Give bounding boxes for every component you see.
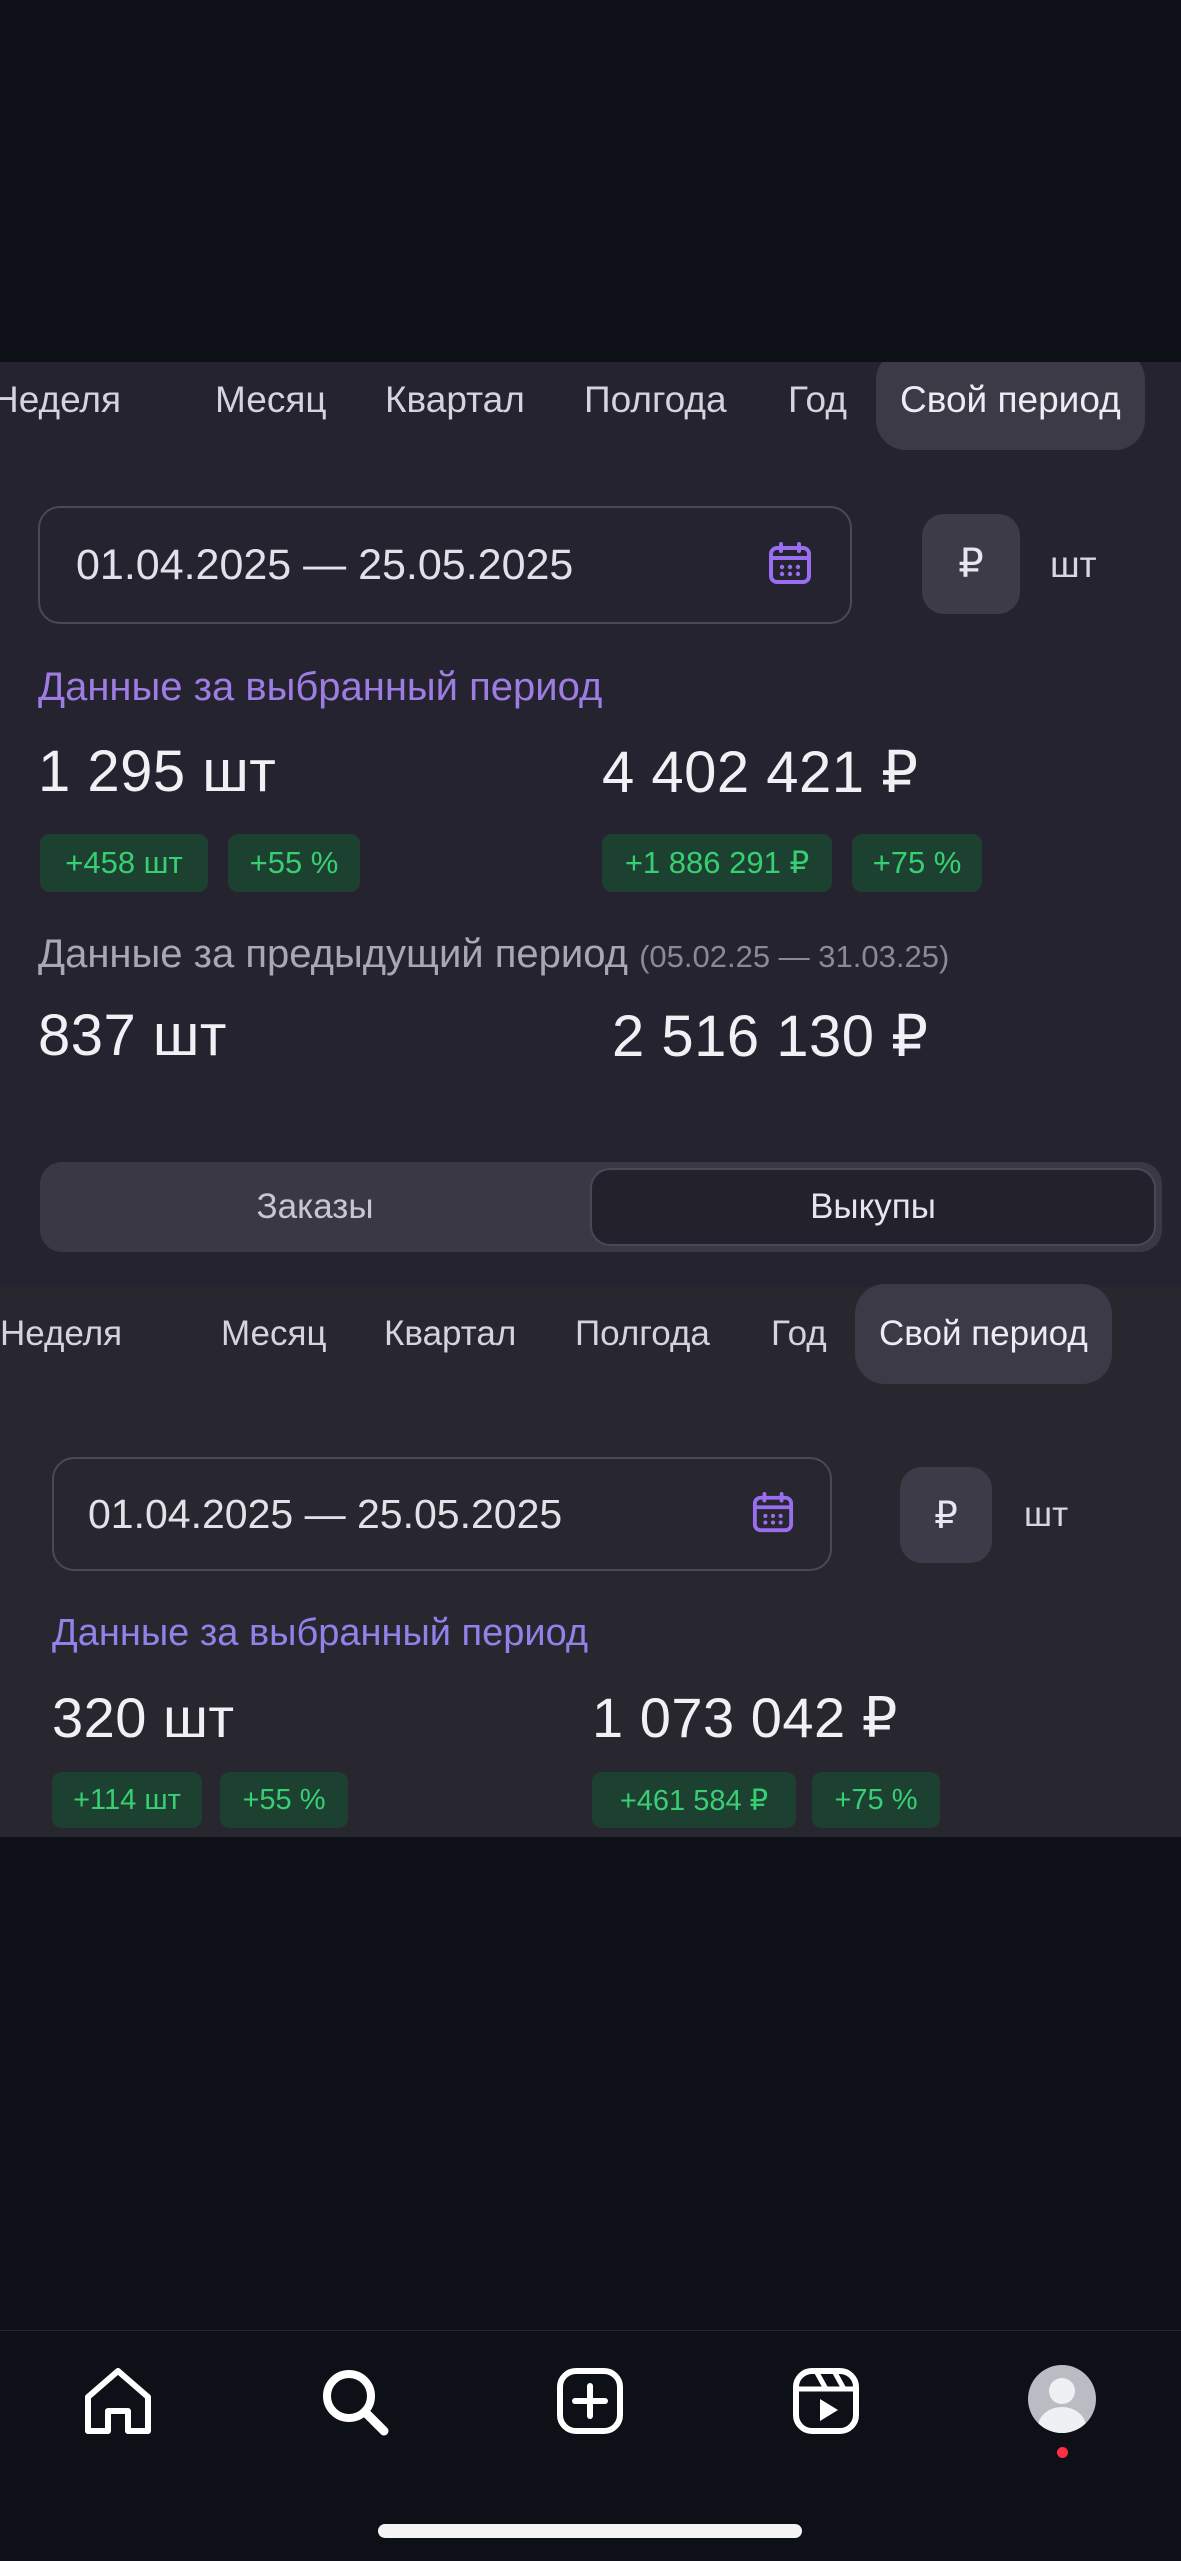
currency-toggle-button-b[interactable]: ₽ — [900, 1467, 992, 1563]
selected-period-title-a: Данные за выбранный период — [38, 665, 603, 709]
previous-period-range: (05.02.25 — 31.03.25) — [639, 939, 950, 974]
tab-year[interactable]: Год — [788, 362, 847, 450]
tab-week[interactable]: Неделя — [0, 362, 121, 450]
period-tabs-b: Неделя Месяц Квартал Полгода Год Свой пе… — [0, 1284, 1181, 1384]
orders-buyouts-segment: Заказы Выкупы — [40, 1162, 1162, 1252]
search-icon[interactable] — [314, 2361, 394, 2441]
calendar-icon[interactable] — [752, 1492, 794, 1534]
amount-delta-pct-badge-b: +75 % — [812, 1772, 940, 1828]
home-icon[interactable] — [78, 2361, 158, 2441]
selected-qty-a: 1 295 шт — [38, 739, 277, 804]
embedded-screenshot: Неделя Месяц Квартал Полгода Год Свой пе… — [0, 362, 1181, 1837]
tab-quarter[interactable]: Квартал — [385, 362, 525, 450]
tab-quarter[interactable]: Квартал — [384, 1284, 516, 1384]
date-range-field-b[interactable]: 01.04.2025 — 25.05.2025 — [52, 1457, 832, 1571]
segment-orders[interactable]: Заказы — [40, 1162, 590, 1252]
profile-avatar[interactable] — [1028, 2365, 1096, 2433]
avatar-body — [1038, 2407, 1086, 2433]
qty-delta-pct-badge-b: +55 % — [220, 1772, 348, 1828]
date-range-text: 01.04.2025 — 25.05.2025 — [88, 1490, 563, 1537]
selected-period-title-b: Данные за выбранный период — [52, 1612, 589, 1654]
notification-dot — [1057, 2447, 1068, 2458]
selected-amount-b: 1 073 042 ₽ — [592, 1686, 898, 1749]
previous-period-title: Данные за предыдущий период (05.02.25 — … — [38, 932, 950, 976]
qty-delta-badge-a: +458 шт — [40, 834, 208, 892]
tab-month[interactable]: Месяц — [221, 1284, 327, 1384]
amount-delta-badge-a: +1 886 291 ₽ — [602, 834, 832, 892]
date-range-field-a[interactable]: 01.04.2025 — 25.05.2025 — [38, 506, 852, 624]
selected-amount-a: 4 402 421 ₽ — [602, 740, 919, 805]
qty-delta-badge-b: +114 шт — [52, 1772, 202, 1828]
amount-delta-pct-badge-a: +75 % — [852, 834, 982, 892]
units-toggle-b[interactable]: шт — [1024, 1495, 1068, 1535]
amount-delta-badge-b: +461 584 ₽ — [592, 1772, 796, 1828]
date-range-text: 01.04.2025 — 25.05.2025 — [76, 540, 574, 589]
buyouts-panel: Неделя Месяц Квартал Полгода Год Свой пе… — [0, 1284, 1181, 1837]
calendar-icon[interactable] — [768, 542, 812, 586]
selected-qty-b: 320 шт — [52, 1686, 235, 1749]
tab-halfyear[interactable]: Полгода — [575, 1284, 710, 1384]
create-post-icon[interactable] — [550, 2361, 630, 2441]
tab-custom-period[interactable]: Свой период — [876, 362, 1145, 450]
currency-toggle-button-a[interactable]: ₽ — [922, 514, 1020, 614]
previous-qty: 837 шт — [38, 1003, 227, 1068]
avatar-head — [1049, 2378, 1075, 2404]
period-tabs-a: Неделя Месяц Квартал Полгода Год Свой пе… — [0, 362, 1181, 450]
units-toggle-a[interactable]: шт — [1050, 544, 1097, 586]
qty-delta-pct-badge-a: +55 % — [228, 834, 360, 892]
reels-icon[interactable] — [786, 2361, 866, 2441]
segment-buyouts[interactable]: Выкупы — [590, 1168, 1156, 1246]
previous-amount: 2 516 130 ₽ — [612, 1004, 929, 1069]
tab-week[interactable]: Неделя — [0, 1284, 122, 1384]
tab-halfyear[interactable]: Полгода — [584, 362, 727, 450]
tab-custom-period[interactable]: Свой период — [855, 1284, 1112, 1384]
home-indicator — [378, 2524, 802, 2538]
tab-month[interactable]: Месяц — [215, 362, 327, 450]
tab-year[interactable]: Год — [771, 1284, 827, 1384]
